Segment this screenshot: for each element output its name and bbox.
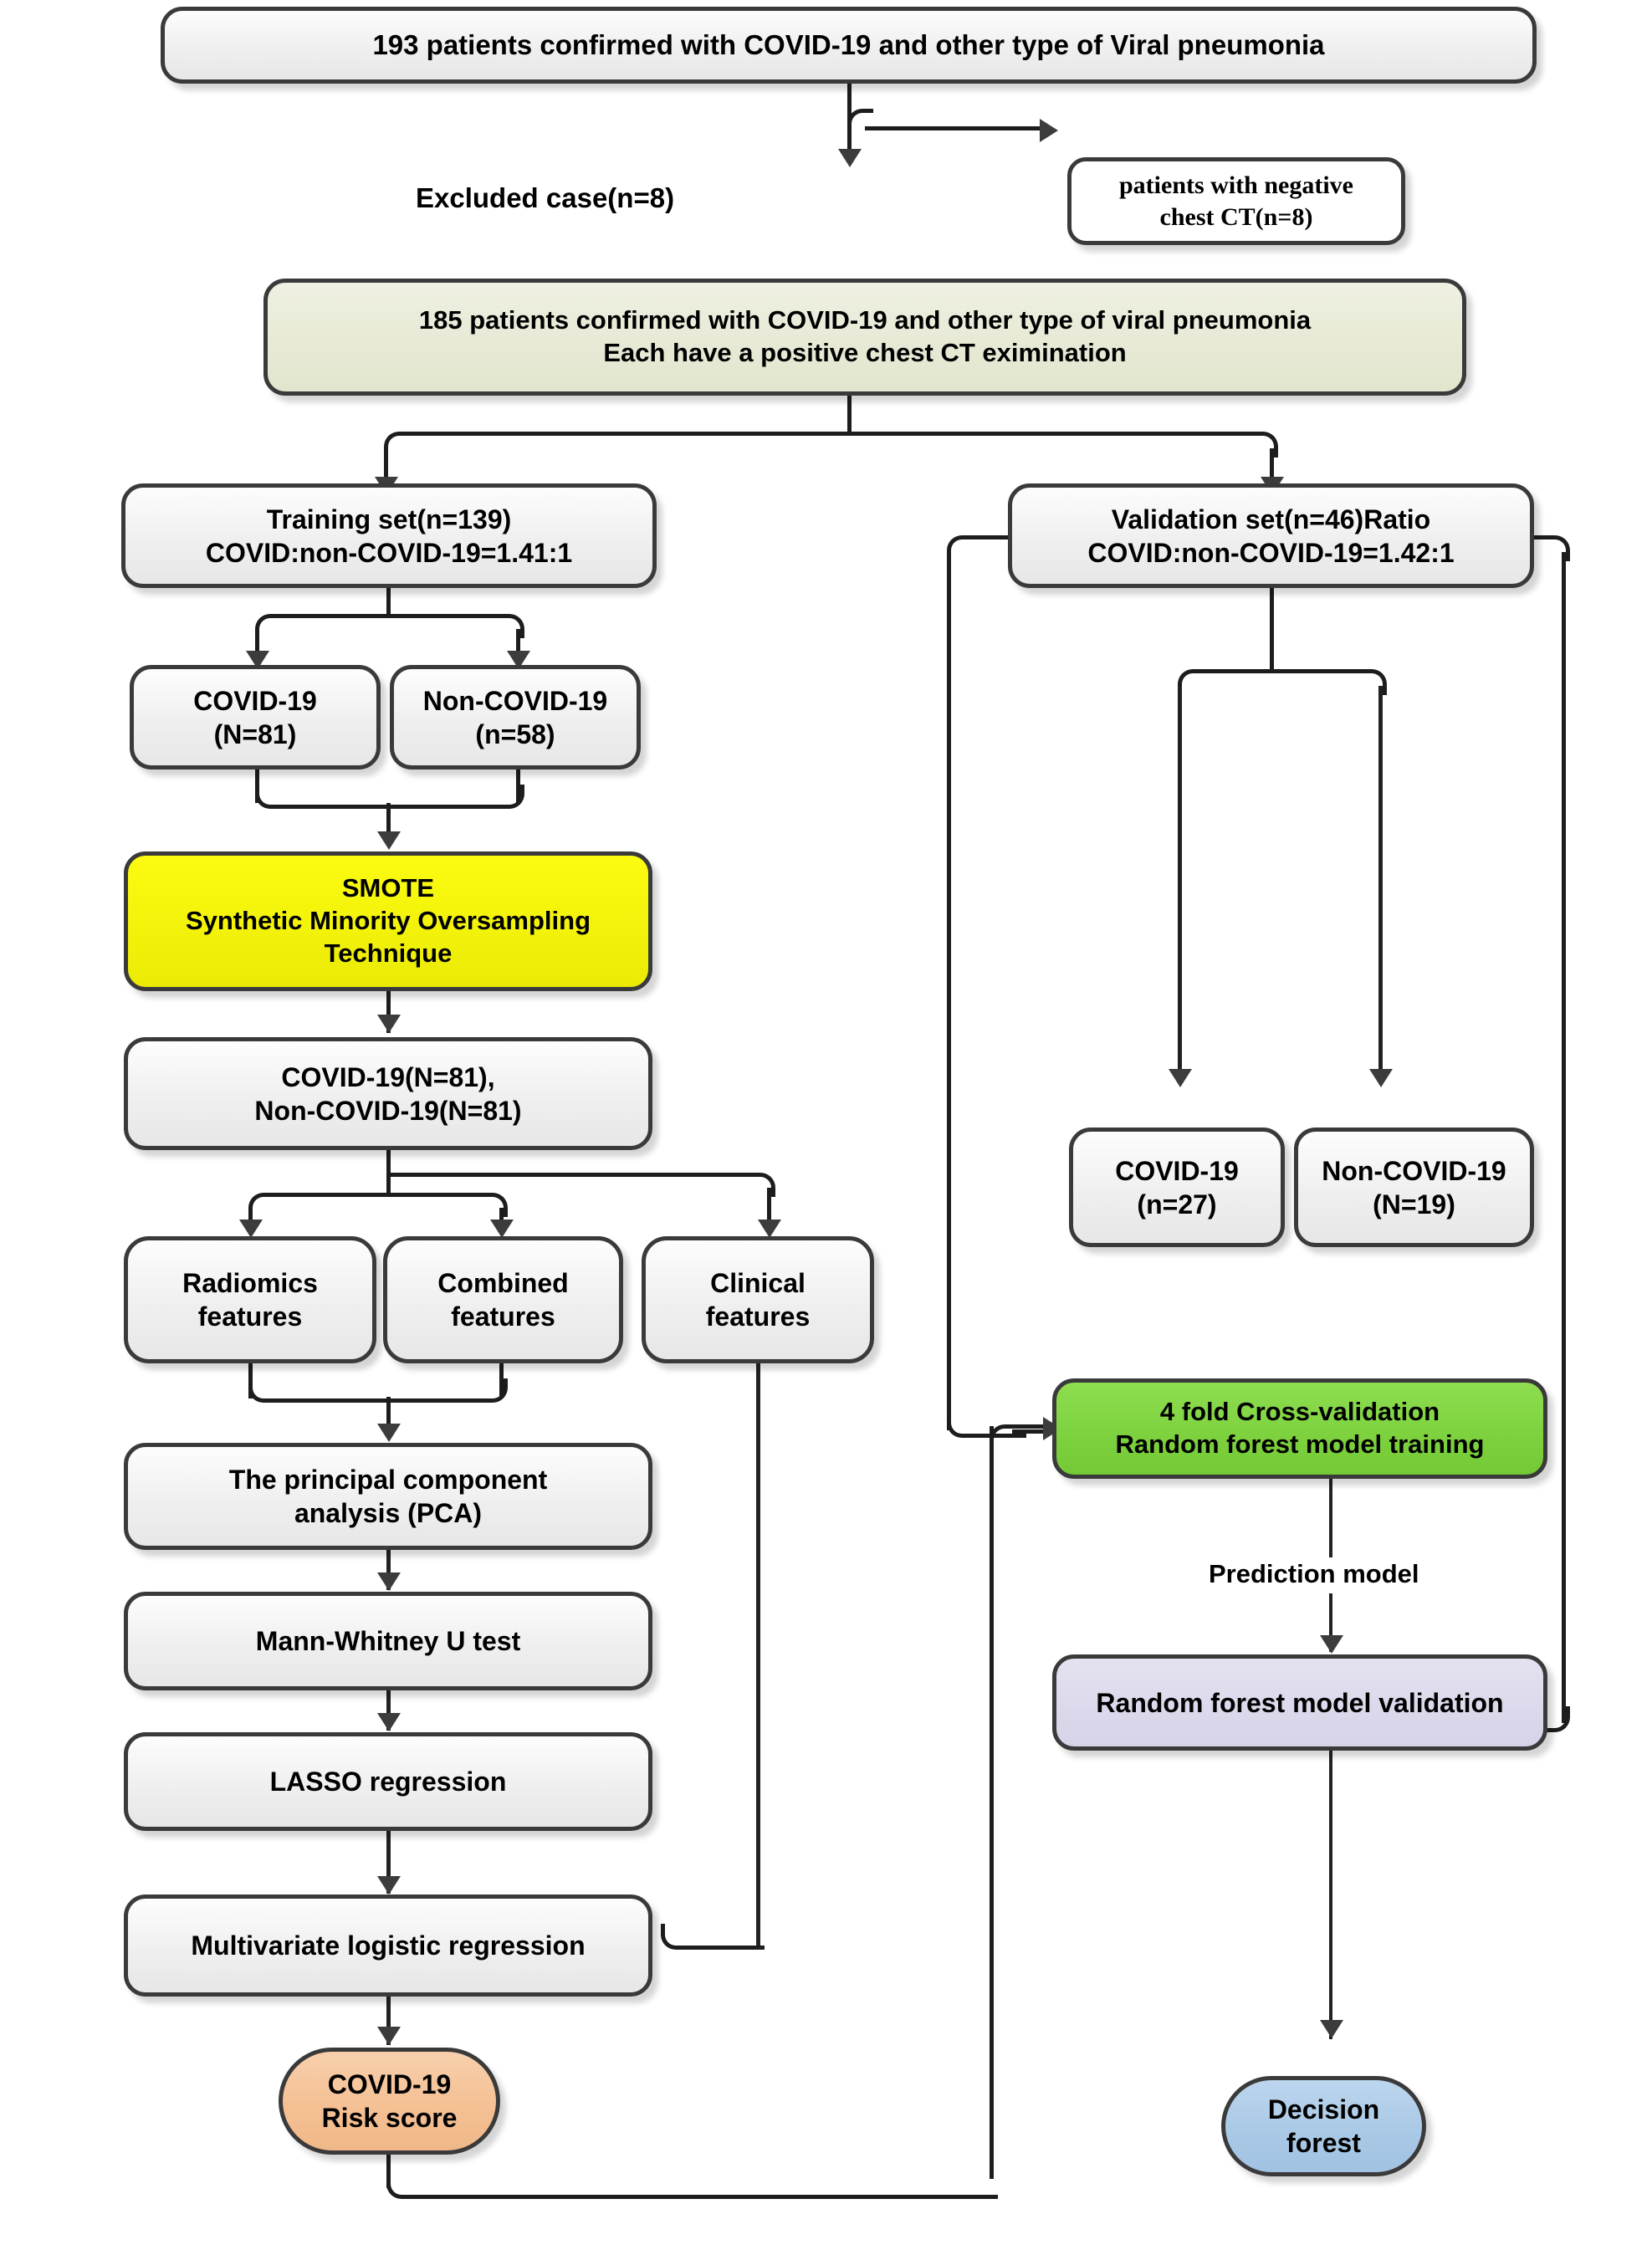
connector-elbow-merge-right	[386, 785, 524, 809]
arrowhead-to-combined	[490, 1220, 514, 1238]
connector-elbow-feat-right	[386, 1173, 775, 1197]
node-val-covid-label: COVID-19 (n=27)	[1115, 1155, 1239, 1220]
arrowhead-val-covid	[1169, 1069, 1192, 1087]
arrowhead-to-multivariate	[377, 1876, 401, 1895]
node-train-covid: COVID-19 (N=81)	[130, 665, 381, 770]
node-radiomics-features-label: Radiomics features	[182, 1268, 318, 1332]
node-mann-whitney: Mann-Whitney U test	[124, 1592, 652, 1690]
connector-elbow-185-right	[847, 432, 1278, 458]
connector-val-rightline	[1562, 552, 1566, 1723]
node-lasso-label: LASSO regression	[269, 1767, 507, 1797]
node-train-noncovid: Non-COVID-19 (n=58)	[390, 665, 641, 770]
flowchart-canvas: 193 patients confirmed with COVID-19 and…	[0, 0, 1652, 2255]
node-combined-features: Combined features	[383, 1236, 623, 1363]
arrowhead-to-185	[838, 149, 862, 167]
node-smote: SMOTE Synthetic Minority Oversampling Te…	[124, 851, 652, 991]
arrowhead-to-smote	[377, 831, 401, 850]
node-cohort-included: 185 patients confirmed with COVID-19 and…	[263, 279, 1466, 396]
connector-val-to-noncovid	[1378, 686, 1383, 1083]
label-prediction-model: Prediction model	[1197, 1557, 1431, 1591]
arrowhead-to-decision-forest	[1320, 2020, 1343, 2038]
connector-cv-down-a	[1329, 1479, 1332, 1562]
connector-elbow-train-left	[255, 614, 395, 638]
arrowhead-to-clinical	[758, 1220, 781, 1238]
node-multivariate: Multivariate logistic regression	[124, 1895, 652, 1997]
connector-val-to-covid	[1178, 686, 1182, 1083]
node-multivariate-label: Multivariate logistic regression	[191, 1930, 586, 1961]
node-train-noncovid-label: Non-COVID-19 (n=58)	[422, 685, 608, 749]
node-lasso: LASSO regression	[124, 1732, 652, 1831]
node-excluded-negative-ct-label: patients with negative chest CT(n=8)	[1119, 171, 1353, 231]
node-smote-label: SMOTE Synthetic Minority Oversampling Te…	[185, 873, 591, 968]
node-clinical-features: Clinical features	[642, 1236, 874, 1363]
node-risk-score-label: COVID-19 Risk score	[321, 2069, 458, 2133]
label-excluded-case: Excluded case(n=8)	[416, 182, 675, 213]
node-training-set: Training set(n=139) COVID:non-COVID-19=1…	[121, 483, 657, 588]
node-cohort-included-label: 185 patients confirmed with COVID-19 and…	[418, 305, 1312, 367]
node-decision-forest-label: Decision forest	[1267, 2094, 1380, 2158]
connector-elbow-merge-left	[255, 785, 395, 809]
node-pca: The principal component analysis (PCA)	[124, 1443, 652, 1550]
node-excluded-negative-ct: patients with negative chest CT(n=8)	[1067, 157, 1405, 245]
node-clinical-features-label: Clinical features	[705, 1268, 811, 1332]
arrowhead-to-balanced	[377, 1015, 401, 1033]
arrowhead-to-excluded	[1040, 119, 1058, 142]
connector-val-leftline	[947, 552, 951, 1430]
node-balanced-set: COVID-19(N=81), Non-COVID-19(N=81)	[124, 1037, 652, 1150]
connector-elbow-clinical-bottom	[661, 1924, 765, 1950]
connector-185-stem	[847, 396, 852, 432]
node-validation-set: Validation set(n=46)Ratio COVID:non-COVI…	[1008, 483, 1534, 588]
node-cohort-total: 193 patients confirmed with COVID-19 and…	[161, 7, 1537, 84]
node-cross-validation-label: 4 fold Cross-validation Random forest mo…	[1115, 1397, 1485, 1459]
connector-elbow-risk-bottom	[386, 2173, 998, 2199]
node-balanced-set-label: COVID-19(N=81), Non-COVID-19(N=81)	[254, 1061, 522, 1126]
connector-valleft-to-cv	[1012, 1429, 1046, 1434]
connector-elbow-val-leftline	[947, 535, 1016, 561]
node-val-noncovid: Non-COVID-19 (N=19)	[1294, 1128, 1534, 1247]
connector-elbow-pca-left	[248, 1378, 395, 1403]
connector-risk-right-up	[990, 1426, 994, 2179]
node-model-validation-label: Random forest model validation	[1096, 1687, 1504, 1718]
connector-validation-stem	[1270, 588, 1274, 672]
connector-training-stem	[386, 588, 391, 615]
arrowhead-to-model-validation	[1320, 1635, 1343, 1654]
node-mann-whitney-label: Mann-Whitney U test	[255, 1626, 521, 1656]
arrowhead-to-mann	[377, 1572, 401, 1591]
connector-modelvalidation-to-decision	[1329, 1751, 1332, 2039]
node-pca-label: The principal component analysis (PCA)	[228, 1465, 548, 1528]
arrowhead-to-radiomics	[239, 1220, 263, 1238]
node-radiomics-features: Radiomics features	[124, 1236, 376, 1363]
connector-elbow-train-right	[386, 614, 524, 638]
node-training-set-label: Training set(n=139) COVID:non-COVID-19=1…	[205, 504, 573, 568]
node-val-noncovid-label: Non-COVID-19 (N=19)	[1322, 1155, 1506, 1220]
node-model-validation: Random forest model validation	[1052, 1654, 1547, 1751]
node-train-covid-label: COVID-19 (N=81)	[193, 685, 317, 749]
node-cohort-total-label: 193 patients confirmed with COVID-19 and…	[372, 29, 1325, 61]
node-risk-score: COVID-19 Risk score	[279, 2048, 500, 2155]
arrowhead-to-lasso	[377, 1713, 401, 1731]
node-decision-forest: Decision forest	[1221, 2076, 1426, 2176]
connector-elbow-val-right	[1270, 669, 1387, 695]
connector-clinical-down	[756, 1363, 760, 1949]
node-val-covid: COVID-19 (n=27)	[1069, 1128, 1285, 1247]
connector-elbow-185-left	[384, 432, 857, 458]
connector-elbow-feat-left	[248, 1193, 395, 1217]
connector-elbow-val-left	[1178, 669, 1278, 695]
connector-elbow-val-leftline-bottom	[947, 1412, 1026, 1438]
connector-elbow-pca-right	[386, 1378, 508, 1403]
node-cross-validation: 4 fold Cross-validation Random forest mo…	[1052, 1378, 1547, 1479]
connector-to-excluded	[865, 126, 1041, 130]
arrowhead-to-pca	[377, 1424, 401, 1442]
arrowhead-val-noncovid	[1369, 1069, 1393, 1087]
node-validation-set-label: Validation set(n=46)Ratio COVID:non-COVI…	[1087, 504, 1455, 568]
arrowhead-to-risk	[377, 2027, 401, 2045]
node-combined-features-label: Combined features	[437, 1268, 569, 1332]
